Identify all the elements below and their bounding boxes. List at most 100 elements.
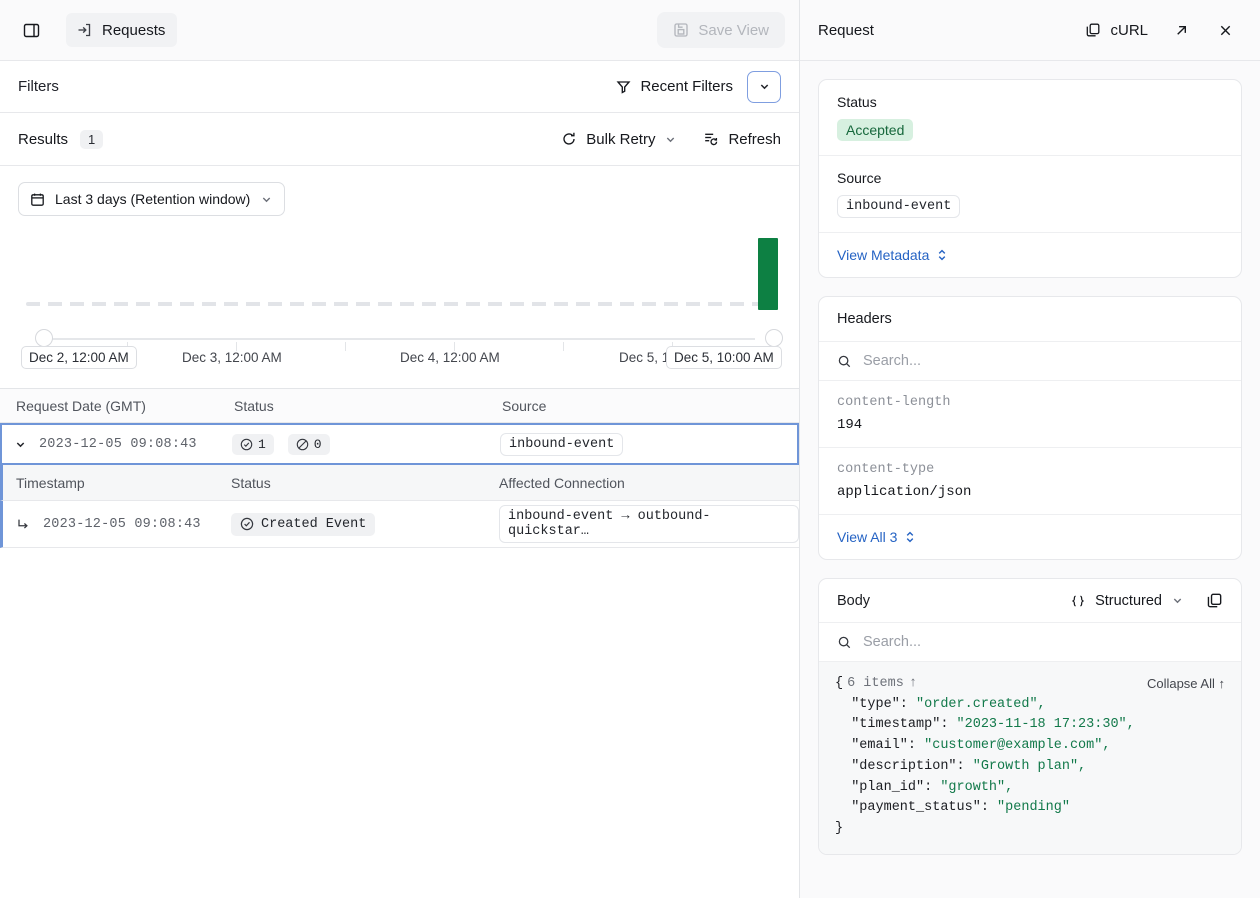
branch-arrow-icon [16, 517, 30, 531]
bulk-retry-label: Bulk Retry [586, 130, 656, 148]
save-disk-icon [673, 22, 689, 38]
check-circle-icon [240, 438, 253, 451]
body-header: Body Structured [819, 579, 1241, 623]
top-toolbar: Requests Save View [0, 0, 799, 61]
sub-column-header-connection: Affected Connection [499, 474, 625, 491]
json-key: "timestamp": [851, 717, 949, 733]
detail-title: Request [818, 21, 874, 39]
headers-search-placeholder: Search... [863, 353, 922, 369]
axis-label-2: Dec 4, 12:00 AM [400, 350, 500, 365]
timeline-axis: Dec 2, 12:00 AM Dec 3, 12:00 AM Dec 4, 1… [18, 346, 782, 380]
json-key: "type": [851, 696, 908, 712]
chevron-down-icon [1171, 594, 1184, 607]
sub-row-status-badge: Created Event [231, 512, 376, 536]
headers-search-input[interactable]: Search... [819, 342, 1241, 381]
sub-table-row[interactable]: 2023-12-05 09:08:43 Created Event inboun… [0, 501, 799, 548]
refresh-button[interactable]: Refresh [703, 131, 781, 148]
json-items-count[interactable]: 6 items [847, 674, 904, 695]
json-line: "email": "customer@example.com", [835, 736, 1225, 757]
panel-toggle-icon[interactable] [14, 14, 48, 46]
status-source-card: Status Accepted Source inbound-event Vie… [818, 79, 1242, 278]
open-external-button[interactable] [1164, 14, 1198, 46]
slider-handle-end[interactable] [765, 329, 783, 347]
chevron-down-icon [758, 80, 771, 93]
status-label: Status [837, 94, 877, 110]
bulk-retry-button[interactable]: Bulk Retry [561, 131, 677, 148]
app-root: Requests Save View Filters Recent Filter… [0, 0, 1260, 898]
search-icon [837, 635, 852, 650]
timeline-section: Last 3 days (Retention window) Dec 2, 12… [0, 166, 799, 380]
body-search-input[interactable]: Search... [819, 623, 1241, 662]
json-value: "customer@example.com", [924, 738, 1111, 754]
tab-label: Requests [102, 21, 166, 39]
detail-header: Request cURL [800, 0, 1260, 61]
json-close-brace: } [835, 820, 844, 836]
date-range-select[interactable]: Last 3 days (Retention window) [18, 182, 286, 216]
filters-label: Filters [18, 78, 59, 95]
requests-pane: Requests Save View Filters Recent Filter… [0, 0, 800, 898]
save-view-label: Save View [698, 21, 769, 39]
slider-handle-start[interactable] [35, 329, 53, 347]
collapse-root-icon[interactable]: ↑ [909, 674, 917, 695]
json-value: "2023-11-18 17:23:30", [956, 717, 1135, 733]
chevron-updown-icon [936, 248, 948, 262]
filters-expand-button[interactable] [747, 70, 781, 103]
slider-track [44, 338, 755, 340]
copy-curl-button[interactable]: cURL [1085, 22, 1148, 39]
calendar-icon [30, 192, 45, 207]
view-all-label: View All 3 [837, 529, 898, 545]
view-metadata-link[interactable]: View Metadata [837, 247, 948, 263]
body-mode-select[interactable]: Structured [1070, 593, 1184, 609]
detail-body: Status Accepted Source inbound-event Vie… [800, 61, 1260, 898]
header-value: application/json [837, 484, 972, 500]
body-copy-button[interactable] [1206, 592, 1223, 609]
json-line: "payment_status": "pending" [835, 798, 1225, 819]
funnel-icon [616, 79, 631, 94]
table-row[interactable]: 2023-12-05 09:08:43 1 0 inbound-event [0, 423, 799, 465]
sub-row-status-label: Created Event [261, 516, 367, 532]
row-source[interactable]: inbound-event [500, 432, 624, 456]
request-detail-pane: Request cURL Status Accepted Source inbo… [800, 0, 1260, 898]
column-header-source: Source [502, 397, 547, 414]
tab-requests[interactable]: Requests [66, 13, 178, 47]
chevron-down-icon[interactable] [14, 438, 27, 451]
results-bar: Results 1 Bulk Retry Refresh [0, 113, 799, 166]
json-value: "growth", [940, 779, 1014, 795]
axis-label-end: Dec 5, 10:00 AM [666, 346, 782, 369]
json-open-brace: { [835, 676, 844, 691]
retry-circle-icon [561, 131, 577, 147]
json-line: "type": "order.created", [835, 695, 1225, 716]
column-header-request-date: Request Date (GMT) [16, 397, 146, 414]
json-viewer[interactable]: { 6 items ↑ Collapse All ↑ "type": "orde… [819, 662, 1241, 854]
blocked-count: 0 [313, 436, 322, 452]
status-badge-success: 1 [232, 433, 274, 455]
json-key: "payment_status": [851, 800, 989, 816]
requests-histogram [18, 232, 781, 328]
source-value[interactable]: inbound-event [837, 195, 961, 218]
header-key: content-type [837, 462, 935, 477]
status-badge-blocked: 0 [287, 433, 330, 455]
results-label: Results [18, 130, 69, 148]
ban-circle-icon [296, 438, 309, 451]
json-line: "description": "Growth plan", [835, 757, 1225, 778]
sub-row-connection[interactable]: inbound-event → outbound-quickstar… [499, 505, 799, 543]
header-value: 194 [837, 417, 863, 433]
sub-column-header-status: Status [231, 474, 271, 491]
close-panel-button[interactable] [1208, 14, 1242, 46]
list-refresh-icon [703, 131, 719, 147]
json-line: "timestamp": "2023-11-18 17:23:30", [835, 715, 1225, 736]
view-metadata-section: View Metadata [819, 233, 1241, 277]
collapse-all-button[interactable]: Collapse All ↑ [1147, 674, 1225, 695]
recent-filters-label: Recent Filters [640, 78, 733, 95]
sub-table-header-row: Timestamp Status Affected Connection [0, 465, 799, 501]
close-icon [1217, 22, 1234, 39]
view-all-headers-link[interactable]: View All 3 [837, 529, 916, 545]
requests-table: Request Date (GMT) Status Source 2023-12… [0, 388, 799, 548]
body-card: Body Structured Search... {6 items ↑ Co… [818, 578, 1242, 855]
external-link-icon [1173, 22, 1190, 39]
recent-filters-button[interactable]: Recent Filters [616, 78, 733, 95]
chevron-updown-icon [904, 530, 916, 544]
column-header-status: Status [234, 397, 274, 414]
histogram-bar[interactable] [758, 238, 778, 310]
save-view-button[interactable]: Save View [657, 12, 785, 48]
